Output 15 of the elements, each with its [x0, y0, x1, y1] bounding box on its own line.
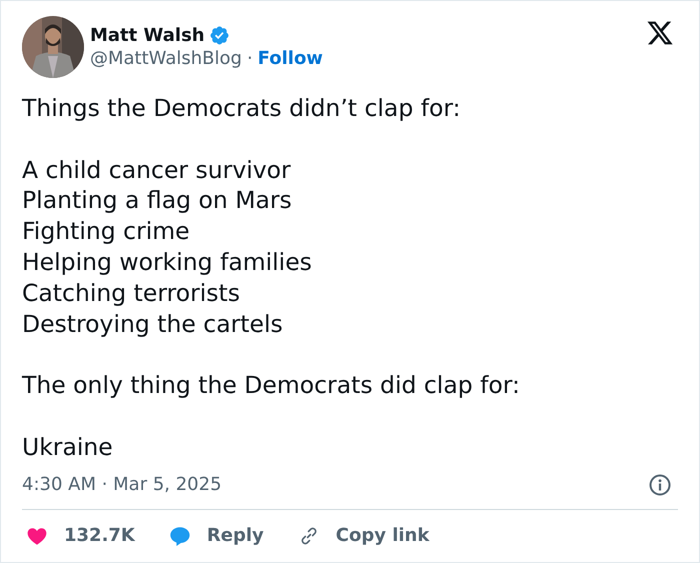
reply-link[interactable]: Reply [206, 525, 264, 546]
follow-link[interactable]: Follow [258, 48, 323, 69]
author-handle[interactable]: @MattWalshBlog [90, 48, 242, 69]
author-name[interactable]: Matt Walsh [90, 25, 205, 46]
like-count[interactable]: 132.7K [64, 525, 135, 546]
timestamp-link[interactable]: 4:30 AM · Mar 5, 2025 [22, 474, 222, 496]
tweet-text: Ukraine [22, 432, 114, 463]
tweet-text: Things the Democrats didn’t clap for: [22, 93, 462, 124]
info-icon[interactable] [648, 472, 672, 497]
separator-dot: · [246, 48, 253, 69]
speech-bubble-icon[interactable] [168, 524, 191, 547]
tweet-text: The only thing the Democrats did clap for: [22, 370, 521, 401]
copy-link[interactable]: Copy link [336, 525, 430, 546]
x-logo-icon[interactable] [646, 19, 674, 47]
tweet-text: A child cancer survivor Planting a flag on Mars Fighting crime Helping working families Catching terrorists Destroying the cartels [22, 154, 313, 340]
